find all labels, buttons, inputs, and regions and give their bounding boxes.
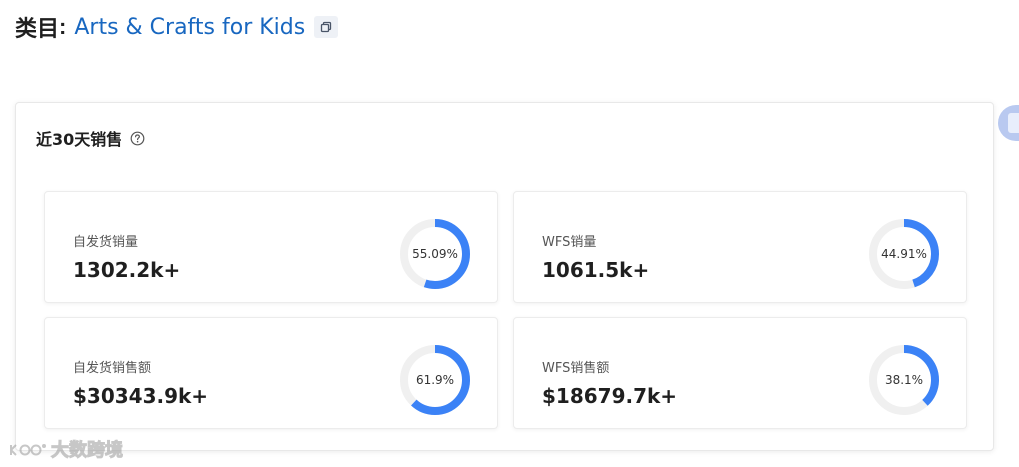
metric-value: $30343.9k+ bbox=[73, 384, 209, 408]
panel-header: 近30天销售 bbox=[36, 126, 145, 150]
metric-card-self-shipped-revenue: 自发货销售额 $30343.9k+ 61.9% bbox=[44, 317, 498, 429]
metric-card-wfs-revenue: WFS销售额 $18679.7k+ 38.1% bbox=[513, 317, 967, 429]
metric-label: 自发货销售额 bbox=[73, 361, 152, 376]
percent-label: 44.91% bbox=[881, 247, 927, 261]
category-separator: : bbox=[59, 14, 67, 39]
category-link[interactable]: Arts & Crafts for Kids bbox=[74, 15, 305, 40]
panel-title: 近30天销售 bbox=[36, 130, 123, 149]
percent-ring: 44.91% bbox=[867, 217, 941, 291]
sales-panel: 近30天销售 自发货销量 1302.2k+ 55.09% WFS销量 1061.… bbox=[15, 102, 994, 451]
metric-label: WFS销售额 bbox=[542, 361, 610, 376]
category-prefix: 类目 bbox=[15, 17, 60, 42]
page: 类目 : Arts & Crafts for Kids 近30天销售 自发货销量 bbox=[0, 0, 1019, 467]
metric-value: 1302.2k+ bbox=[73, 258, 181, 282]
metric-value: $18679.7k+ bbox=[542, 384, 678, 408]
percent-ring: 61.9% bbox=[398, 343, 472, 417]
metric-card-wfs-units: WFS销量 1061.5k+ 44.91% bbox=[513, 191, 967, 303]
watermark-text: 大数跨境 bbox=[51, 440, 124, 462]
metric-cards: 自发货销量 1302.2k+ 55.09% WFS销量 1061.5k+ 44.… bbox=[44, 191, 967, 429]
category-header: 类目 : Arts & Crafts for Kids bbox=[15, 12, 339, 42]
side-panel-icon[interactable] bbox=[998, 105, 1019, 141]
metric-value: 1061.5k+ bbox=[542, 258, 650, 282]
percent-label: 61.9% bbox=[415, 373, 455, 387]
copy-icon[interactable] bbox=[314, 16, 339, 38]
metric-card-self-shipped-units: 自发货销量 1302.2k+ 55.09% bbox=[44, 191, 498, 303]
side-panel-tab-inner bbox=[1008, 113, 1019, 133]
question-circle-icon[interactable] bbox=[130, 131, 145, 146]
percent-ring: 38.1% bbox=[867, 343, 941, 417]
watermark-logo-icon bbox=[10, 444, 46, 456]
metric-label: 自发货销量 bbox=[73, 235, 139, 250]
percent-label: 55.09% bbox=[412, 247, 458, 261]
percent-ring: 55.09% bbox=[398, 217, 472, 291]
metric-label: WFS销量 bbox=[542, 235, 597, 250]
watermark: 大数跨境 bbox=[8, 436, 124, 462]
percent-label: 38.1% bbox=[884, 373, 924, 387]
